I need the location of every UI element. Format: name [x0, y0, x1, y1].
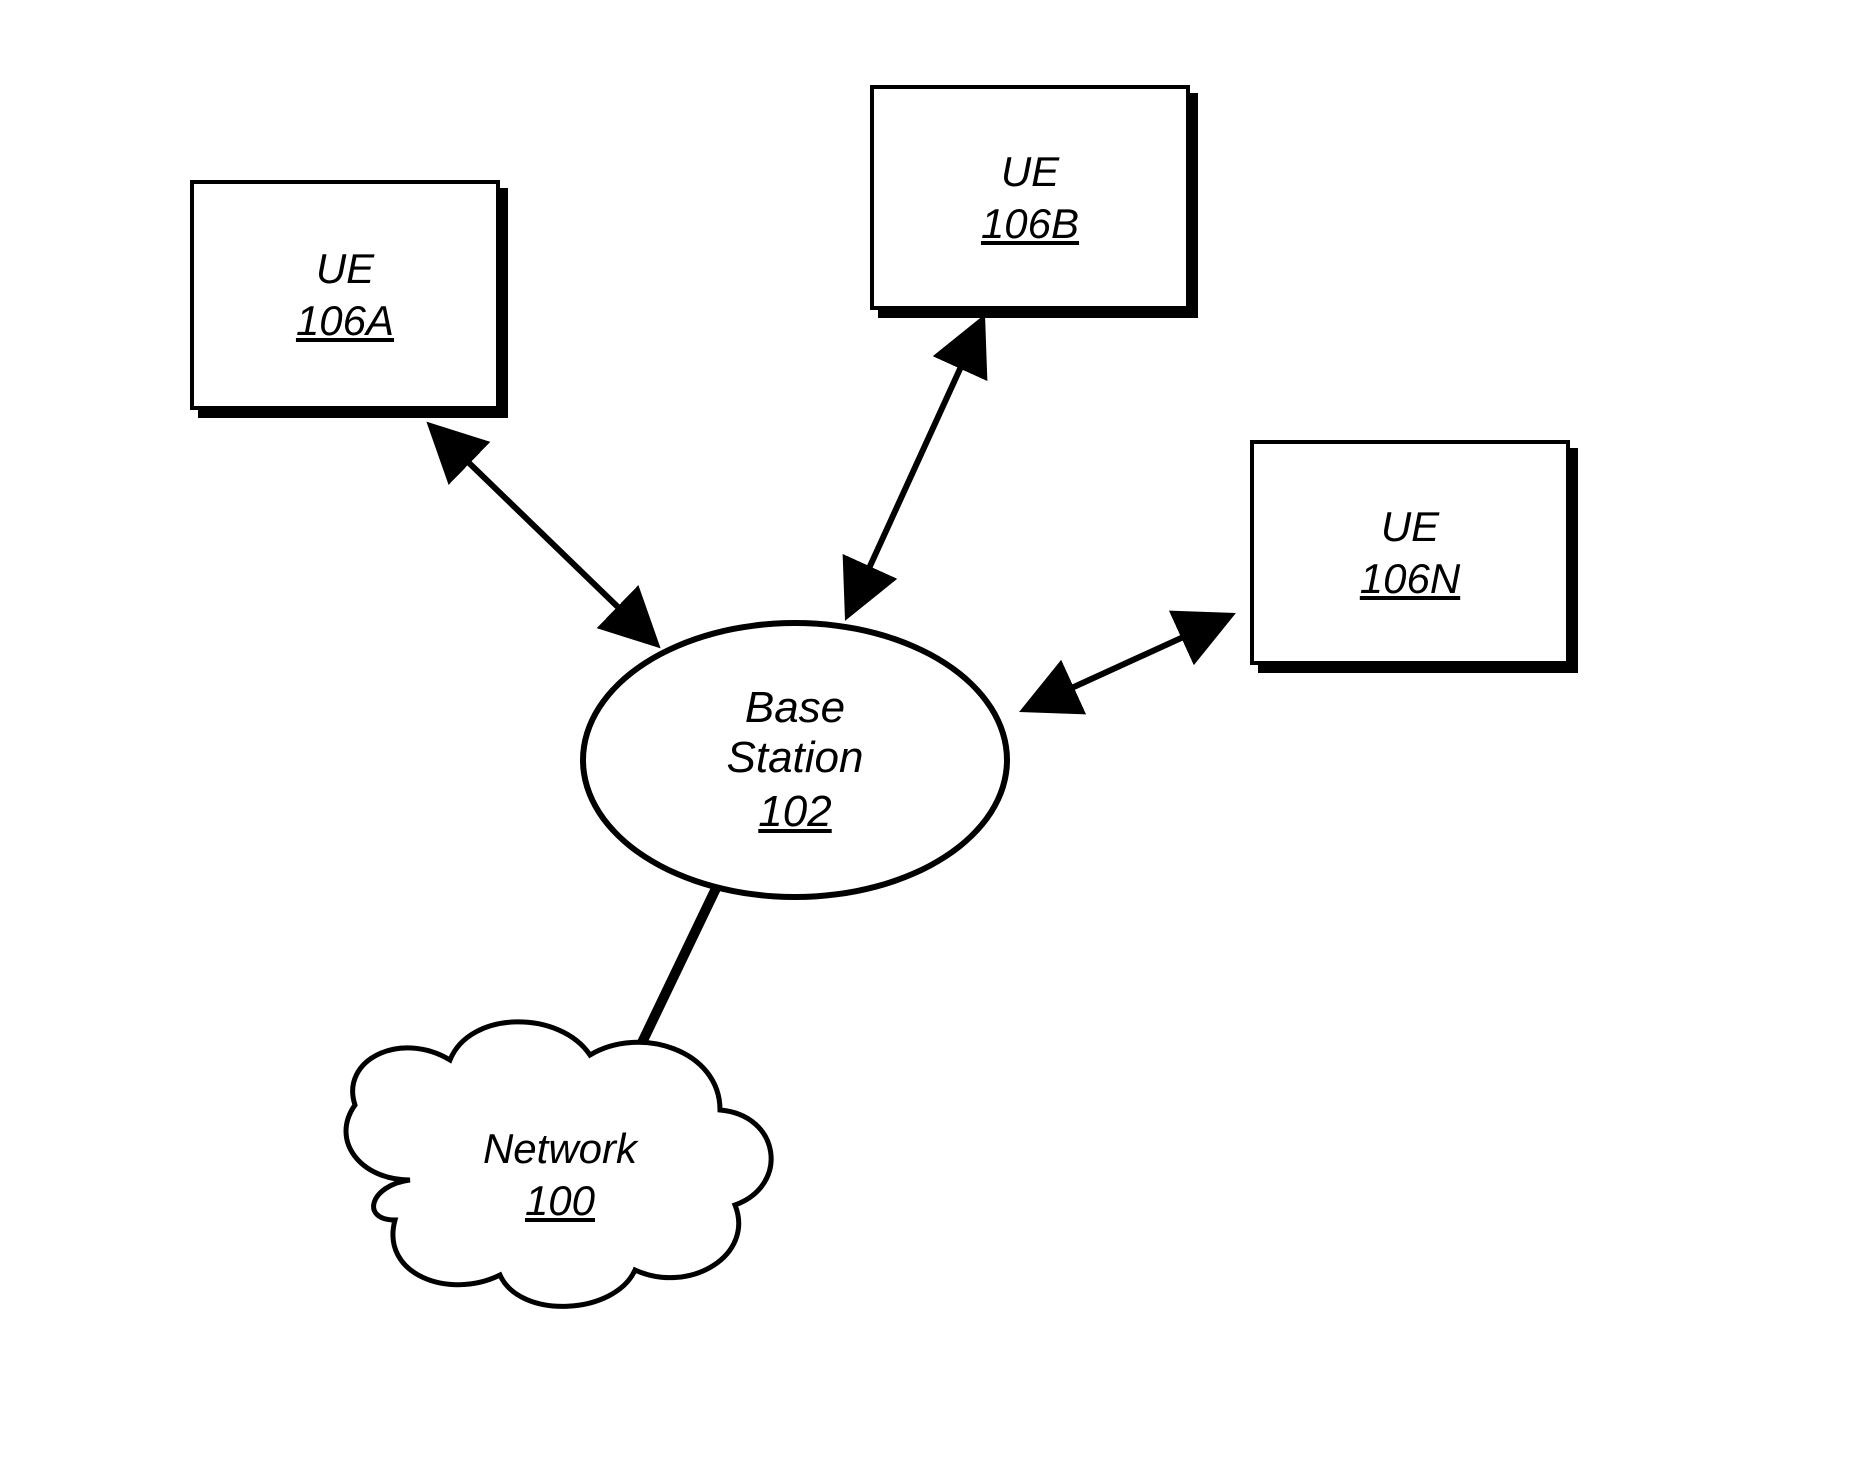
base-station-line1: Base [745, 683, 845, 733]
network-node: Network 100 [330, 1025, 790, 1325]
network-ref: 100 [330, 1177, 790, 1225]
ue-node-b: UE 106B [870, 85, 1190, 310]
ue-n-label: UE [1381, 503, 1439, 551]
arrow-ue-b-to-bs [850, 325, 980, 610]
network-label: Network [483, 1125, 637, 1172]
base-station-line2: Station [727, 733, 864, 783]
arrow-ue-a-to-bs [435, 430, 652, 640]
ue-node-a: UE 106A [190, 180, 500, 410]
base-station-ref: 102 [758, 787, 831, 837]
ue-a-ref: 106A [296, 297, 394, 345]
ue-a-label: UE [316, 245, 374, 293]
ue-b-ref: 106B [981, 200, 1079, 248]
base-station-node: Base Station 102 [580, 620, 1010, 900]
ue-node-n: UE 106N [1250, 440, 1570, 665]
ue-b-label: UE [1001, 148, 1059, 196]
diagram-canvas: UE 106A UE 106B UE 106N Base Station 102… [0, 0, 1853, 1473]
arrow-ue-n-to-bs [1030, 618, 1225, 707]
ue-n-ref: 106N [1360, 555, 1460, 603]
